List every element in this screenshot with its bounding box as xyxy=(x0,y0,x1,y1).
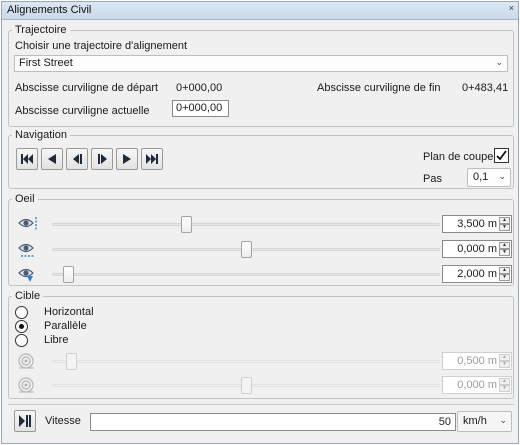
speed-unit-value: km/h xyxy=(463,415,487,427)
cible-legend: Cible xyxy=(15,290,41,302)
eye-height-icon xyxy=(18,215,40,233)
spin-up-icon: ▲ xyxy=(499,354,510,361)
spin-up-icon[interactable]: ▲ xyxy=(499,242,510,249)
chevron-down-icon: ⌄ xyxy=(499,415,507,425)
spin-down-icon[interactable]: ▼ xyxy=(499,274,510,281)
radio-parallele[interactable] xyxy=(15,320,28,333)
play-reverse-icon xyxy=(48,154,56,164)
spin-up-icon: ▲ xyxy=(499,378,510,385)
step-label: Pas xyxy=(423,173,442,185)
spin-down-icon: ▼ xyxy=(499,361,510,368)
slider-thumb[interactable] xyxy=(62,266,74,283)
current-station-input[interactable]: 0+000,00 xyxy=(172,100,229,117)
trajectoire-legend: Trajectoire xyxy=(15,24,67,36)
spin-arrows: ▲ ▼ xyxy=(499,378,510,392)
spin-arrows[interactable]: ▲ ▼ xyxy=(499,267,510,281)
slider-thumb[interactable] xyxy=(180,216,192,233)
eye-lower-icon xyxy=(18,265,40,283)
cible-value-input-1: 0,500 m ▲ ▼ xyxy=(442,352,512,370)
slider-thumb xyxy=(66,353,78,370)
section-plane-label: Plan de coupe xyxy=(423,151,494,163)
go-to-end-button[interactable] xyxy=(141,148,163,170)
radio-selected-dot xyxy=(19,324,24,329)
current-station-input-value: 0+000,00 xyxy=(176,102,223,114)
window-title: Alignements Civil xyxy=(7,4,92,16)
spin-down-icon: ▼ xyxy=(499,385,510,392)
spin-arrows: ▲ ▼ xyxy=(499,354,510,368)
speed-input[interactable]: 50 xyxy=(90,413,456,431)
oeil-value-input-3[interactable]: 2,000 m ▲ ▼ xyxy=(442,265,512,283)
oeil-value-input-2[interactable]: 0,000 m ▲ ▼ xyxy=(442,240,512,258)
radio-libre[interactable] xyxy=(15,334,28,347)
frame-back-button[interactable] xyxy=(66,148,88,170)
cible-slider-1 xyxy=(52,353,440,370)
oeil-slider-1[interactable] xyxy=(52,216,440,233)
section-plane-checkbox[interactable] xyxy=(494,148,509,163)
cible-value-1: 0,500 m xyxy=(457,355,497,367)
radio-parallele-label: Parallèle xyxy=(44,320,87,332)
start-station-label: Abscisse curviligne de départ xyxy=(15,82,159,94)
chevron-down-icon: ⌄ xyxy=(495,57,503,67)
speed-input-value: 50 xyxy=(438,416,451,428)
radio-libre-label: Libre xyxy=(44,334,69,346)
step-select[interactable]: 0,1 ⌄ xyxy=(467,168,511,187)
step-forward-button[interactable] xyxy=(116,148,138,170)
slider-thumb[interactable] xyxy=(241,241,252,258)
end-station-value: 0+483,41 xyxy=(462,82,509,94)
oeil-value-1: 3,500 m xyxy=(457,218,497,230)
navigation-toolbar xyxy=(16,148,163,170)
cible-slider-2 xyxy=(52,377,440,394)
choose-alignment-label: Choisir une trajectoire d'alignement xyxy=(15,40,188,52)
cible-value-2: 0,000 m xyxy=(457,379,497,391)
go-to-start-button[interactable] xyxy=(16,148,38,170)
cible-value-input-2: 0,000 m ▲ ▼ xyxy=(442,376,512,394)
speed-unit-select[interactable]: km/h ⌄ xyxy=(457,411,512,432)
chevron-down-icon: ⌄ xyxy=(498,171,506,181)
frame-forward-button[interactable] xyxy=(91,148,113,170)
end-station-label: Abscisse curviligne de fin xyxy=(317,82,441,94)
oeil-value-input-1[interactable]: 3,500 m ▲ ▼ xyxy=(442,215,512,233)
oeil-slider-2[interactable] xyxy=(52,241,440,258)
start-station-value: 0+000,00 xyxy=(176,82,223,94)
spin-arrows[interactable]: ▲ ▼ xyxy=(499,217,510,231)
eye-offset-icon xyxy=(18,240,40,258)
spin-arrows[interactable]: ▲ ▼ xyxy=(499,242,510,256)
radio-horizontal[interactable] xyxy=(15,306,28,319)
slider-track xyxy=(52,223,440,226)
slider-track xyxy=(52,273,440,276)
play-pause-button[interactable] xyxy=(14,410,36,432)
skip-to-end-icon xyxy=(146,154,158,164)
step-back-button[interactable] xyxy=(41,148,63,170)
oeil-legend: Oeil xyxy=(15,193,35,205)
oeil-value-2: 0,000 m xyxy=(457,243,497,255)
spin-up-icon[interactable]: ▲ xyxy=(499,217,510,224)
slider-thumb xyxy=(241,377,252,394)
title-bar: Alignements Civil × xyxy=(2,2,518,20)
oeil-value-3: 2,000 m xyxy=(457,268,497,280)
play-icon xyxy=(123,154,131,164)
spin-up-icon[interactable]: ▲ xyxy=(499,267,510,274)
navigation-legend: Navigation xyxy=(15,129,67,141)
slider-track xyxy=(52,360,440,363)
spin-down-icon[interactable]: ▼ xyxy=(499,249,510,256)
radio-horizontal-label: Horizontal xyxy=(44,306,94,318)
target-distance-icon xyxy=(18,352,40,370)
checkmark-icon xyxy=(496,150,507,161)
target-offset-icon xyxy=(18,376,40,394)
oeil-slider-3[interactable] xyxy=(52,266,440,283)
alignements-civil-panel: Alignements Civil × Trajectoire Choisir … xyxy=(1,1,519,444)
frame-back-icon xyxy=(72,154,82,164)
alignment-select[interactable]: First Street ⌄ xyxy=(14,55,508,72)
step-select-value: 0,1 xyxy=(473,171,489,183)
alignment-select-value: First Street xyxy=(19,57,73,69)
speed-label: Vitesse xyxy=(45,415,81,427)
play-pause-icon xyxy=(19,415,31,427)
frame-forward-icon xyxy=(97,154,107,164)
current-station-label: Abscisse curviligne actuelle xyxy=(15,105,150,117)
footer-separator xyxy=(8,404,514,405)
close-icon[interactable]: × xyxy=(509,3,514,13)
skip-to-start-icon xyxy=(21,154,33,164)
spin-down-icon[interactable]: ▼ xyxy=(499,224,510,231)
